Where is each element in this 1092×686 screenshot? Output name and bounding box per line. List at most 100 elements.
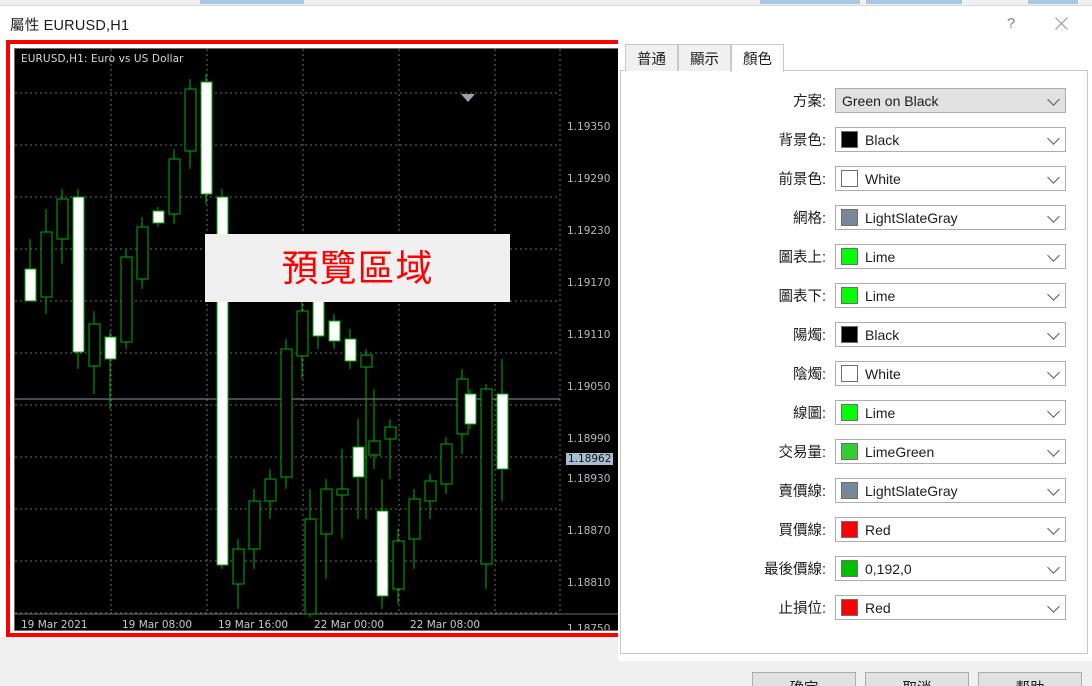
combo-ask-line-color[interactable]: LightSlateGray	[835, 478, 1066, 503]
row-foreground-color: 前景色: White	[621, 159, 1089, 198]
help-button[interactable]: 帮助	[978, 672, 1082, 686]
row-bid-line-color: 買價線: Red	[621, 510, 1089, 549]
combo-bull-candle-color-value: Black	[865, 326, 900, 343]
row-volume-color: 交易量: LimeGreen	[621, 432, 1089, 471]
background-tab-1	[200, 0, 304, 4]
window-title: 屬性 EURUSD,H1	[10, 18, 130, 34]
label-scheme: 方案:	[792, 94, 826, 110]
price-label-3: 1.19170	[567, 277, 611, 289]
combo-bar-down-color-value: Lime	[865, 287, 896, 304]
help-question-icon[interactable]: ?	[988, 6, 1034, 40]
tab-colors-label: 顏色	[743, 52, 772, 68]
combo-line-chart-color[interactable]: Lime	[835, 400, 1066, 425]
swatch-stop-levels-color	[841, 599, 858, 616]
swatch-bar-down-color	[841, 287, 858, 304]
tab-general[interactable]: 普通	[625, 44, 678, 71]
combo-grid-color[interactable]: LightSlateGray	[835, 205, 1066, 230]
combo-bear-candle-color-value: White	[865, 365, 901, 382]
row-bear-candle-color: 陰燭: White	[621, 354, 1089, 393]
combo-background-color-value: Black	[865, 131, 900, 148]
swatch-bear-candle-color	[841, 365, 858, 382]
combo-volume-color[interactable]: LimeGreen	[835, 439, 1066, 464]
chart-canvas[interactable]: EURUSD,H1: Euro vs US Dollar 1.19350 1.1…	[14, 48, 624, 631]
help-question-glyph: ?	[1006, 14, 1016, 32]
row-scheme: 方案: Green on Black	[621, 81, 1089, 120]
colors-tab-panel: 方案: Green on Black 背景色: Black 前景色: White…	[620, 71, 1088, 654]
swatch-line-chart-color	[841, 404, 858, 421]
chevron-down-icon	[1047, 326, 1060, 340]
price-label-10: 1.18750	[567, 623, 611, 631]
chart-preview-panel: EURUSD,H1: Euro vs US Dollar 1.19350 1.1…	[6, 40, 630, 637]
label-bar-up-color: 圖表上:	[778, 250, 826, 266]
chevron-down-icon	[1047, 599, 1060, 613]
chevron-down-icon	[1047, 521, 1060, 535]
combo-stop-levels-color-value: Red	[865, 599, 891, 616]
row-background-color: 背景色: Black	[621, 120, 1089, 159]
row-last-price-line-color: 最後價線: 0,192,0	[621, 549, 1089, 588]
combo-scheme[interactable]: Green on Black	[835, 88, 1066, 113]
combo-foreground-color[interactable]: White	[835, 166, 1066, 191]
combo-bar-down-color[interactable]: Lime	[835, 283, 1066, 308]
label-stop-levels-color: 止損位:	[778, 601, 826, 617]
swatch-bid-line-color	[841, 521, 858, 538]
chevron-down-icon	[1047, 404, 1060, 418]
row-bar-up-color: 圖表上: Lime	[621, 237, 1089, 276]
combo-bid-line-color-value: Red	[865, 521, 891, 538]
swatch-foreground-color	[841, 170, 858, 187]
properties-dialog-window: 屬性 EURUSD,H1 ? EURUSD,H1: Euro vs US Dol…	[0, 0, 1092, 686]
chevron-down-icon	[1047, 287, 1060, 301]
swatch-bar-up-color	[841, 248, 858, 265]
time-label-0: 19 Mar 2021	[21, 619, 88, 631]
price-label-4: 1.19110	[567, 329, 611, 341]
price-label-8: 1.18870	[567, 525, 611, 537]
background-tab-3	[866, 0, 962, 4]
combo-stop-levels-color[interactable]: Red	[835, 595, 1066, 620]
combo-bull-candle-color[interactable]: Black	[835, 322, 1066, 347]
tab-colors[interactable]: 顏色	[731, 44, 784, 72]
time-label-3: 22 Mar 00:00	[314, 619, 385, 631]
combo-bid-line-color[interactable]: Red	[835, 517, 1066, 542]
swatch-background-color	[841, 131, 858, 148]
time-label-2: 19 Mar 16:00	[218, 619, 289, 631]
ok-button-label: 确定	[790, 677, 819, 686]
combo-scheme-value: Green on Black	[842, 92, 939, 109]
preview-area-overlay: 預覽區域	[205, 234, 510, 302]
chevron-down-icon	[1047, 248, 1060, 262]
price-label-2: 1.19230	[567, 225, 611, 237]
swatch-ask-line-color	[841, 482, 858, 499]
background-tab-2	[760, 0, 860, 4]
time-label-4: 22 Mar 08:00	[410, 619, 481, 631]
ok-button[interactable]: 确定	[752, 672, 856, 686]
chevron-down-icon	[1047, 131, 1060, 145]
price-label-5: 1.19050	[567, 381, 611, 393]
cancel-button-label: 取消	[903, 677, 932, 686]
combo-background-color[interactable]: Black	[835, 127, 1066, 152]
label-grid-color: 網格:	[792, 211, 826, 227]
cancel-button[interactable]: 取消	[865, 672, 969, 686]
background-ghost-text	[8, 675, 308, 686]
combo-bear-candle-color[interactable]: White	[835, 361, 1066, 386]
dialog-bottom-strip	[0, 637, 618, 686]
combo-bar-up-color-value: Lime	[865, 248, 896, 265]
combo-last-price-line-color-value: 0,192,0	[865, 560, 912, 577]
swatch-volume-color	[841, 443, 858, 460]
chart-preview-inner: EURUSD,H1: Euro vs US Dollar 1.19350 1.1…	[10, 44, 626, 633]
price-label-1: 1.19290	[567, 173, 611, 185]
combo-last-price-line-color[interactable]: 0,192,0	[835, 556, 1066, 581]
chevron-down-icon	[1047, 209, 1060, 223]
combo-bar-up-color[interactable]: Lime	[835, 244, 1066, 269]
chevron-down-icon	[1047, 443, 1060, 457]
close-icon[interactable]	[1038, 6, 1084, 40]
help-button-label: 帮助	[1016, 677, 1045, 686]
chart-symbol-label: EURUSD,H1: Euro vs US Dollar	[21, 53, 184, 65]
label-bear-candle-color: 陰燭:	[792, 367, 826, 383]
tab-display[interactable]: 顯示	[678, 44, 731, 71]
combo-foreground-color-value: White	[865, 170, 901, 187]
label-foreground-color: 前景色:	[778, 172, 826, 188]
tab-general-label: 普通	[637, 51, 666, 68]
chart-top-marker-icon	[461, 94, 475, 102]
dialog-footer: 确定 取消 帮助	[618, 660, 1092, 686]
combo-line-chart-color-value: Lime	[865, 404, 896, 421]
label-bid-line-color: 買價線:	[778, 523, 826, 539]
label-line-chart-color: 線圖:	[792, 406, 826, 422]
